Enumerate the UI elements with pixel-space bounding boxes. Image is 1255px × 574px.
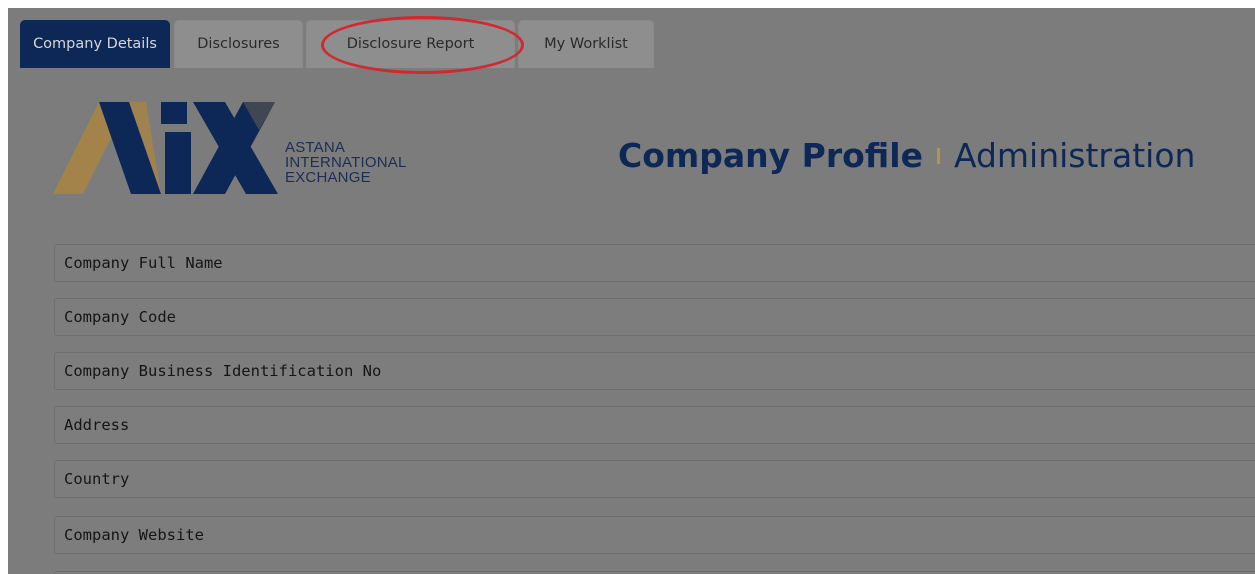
logo-line-2: INTERNATIONAL: [285, 154, 407, 171]
company-code-field[interactable]: Company Code: [54, 298, 1255, 336]
aix-logo-mark: [53, 102, 278, 194]
address-field[interactable]: Address: [54, 406, 1255, 444]
logo-line-3: EXCHANGE: [285, 169, 371, 186]
aix-logo: ASTANA INTERNATIONAL EXCHANGE: [53, 102, 433, 212]
page-title: Company Profile Administration: [618, 136, 1195, 175]
tab-company-details[interactable]: Company Details: [20, 20, 170, 68]
company-website-field[interactable]: Company Website: [54, 516, 1255, 554]
tab-disclosures[interactable]: Disclosures: [174, 20, 303, 68]
page-title-light: Administration: [953, 136, 1196, 175]
country-field[interactable]: Country: [54, 460, 1255, 498]
tab-my-worklist[interactable]: My Worklist: [518, 20, 654, 68]
title-separator: [936, 147, 940, 164]
annotation-circle: [321, 16, 524, 74]
company-full-name-field[interactable]: Company Full Name: [54, 244, 1255, 282]
page-frame: Company Details Disclosures Disclosure R…: [8, 8, 1255, 574]
company-bin-field[interactable]: Company Business Identification No: [54, 352, 1255, 390]
page-title-strong: Company Profile: [618, 136, 923, 175]
logo-line-1: ASTANA: [285, 139, 346, 156]
logo-wordmark: ASTANA INTERNATIONAL EXCHANGE: [285, 140, 407, 185]
